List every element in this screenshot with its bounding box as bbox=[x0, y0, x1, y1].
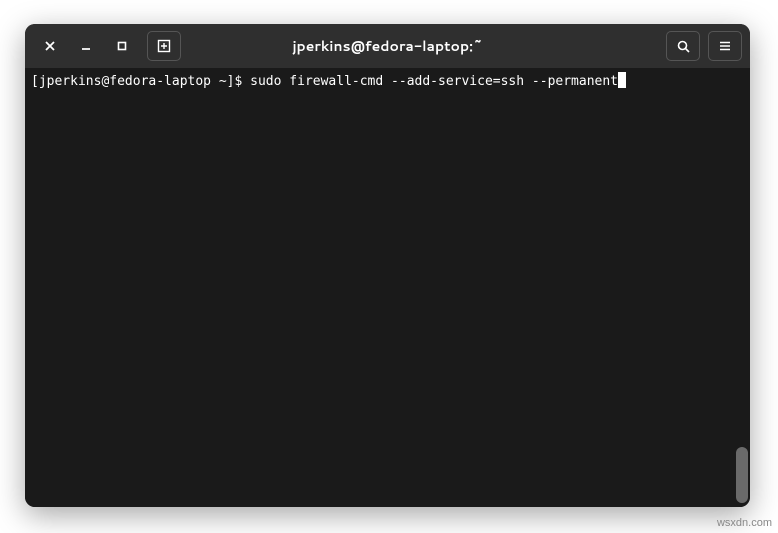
maximize-button[interactable] bbox=[105, 31, 139, 61]
terminal-body[interactable]: [jperkins@fedora-laptop ~]$ sudo firewal… bbox=[25, 68, 750, 507]
terminal-window: jperkins@fedora-laptop:~ [jperkins@fedor… bbox=[25, 24, 750, 507]
prompt: [jperkins@fedora-laptop ~]$ bbox=[31, 74, 250, 89]
command-text: sudo firewall-cmd --add-service=ssh --pe… bbox=[250, 74, 618, 89]
search-button[interactable] bbox=[666, 31, 700, 61]
minimize-icon bbox=[80, 40, 92, 52]
new-tab-icon bbox=[156, 38, 172, 54]
minimize-button[interactable] bbox=[69, 31, 103, 61]
search-icon bbox=[676, 39, 691, 54]
titlebar-left-controls bbox=[33, 31, 181, 61]
maximize-icon bbox=[116, 40, 128, 52]
titlebar-right-controls bbox=[666, 31, 742, 61]
new-tab-button[interactable] bbox=[147, 31, 181, 61]
hamburger-icon bbox=[718, 39, 732, 53]
window-title: jperkins@fedora-laptop:~ bbox=[292, 36, 482, 56]
close-button[interactable] bbox=[33, 31, 67, 61]
scrollbar-thumb[interactable] bbox=[736, 447, 748, 503]
text-cursor bbox=[618, 72, 626, 88]
close-icon bbox=[44, 40, 56, 52]
menu-button[interactable] bbox=[708, 31, 742, 61]
watermark: wsxdn.com bbox=[717, 517, 772, 529]
titlebar: jperkins@fedora-laptop:~ bbox=[25, 24, 750, 68]
